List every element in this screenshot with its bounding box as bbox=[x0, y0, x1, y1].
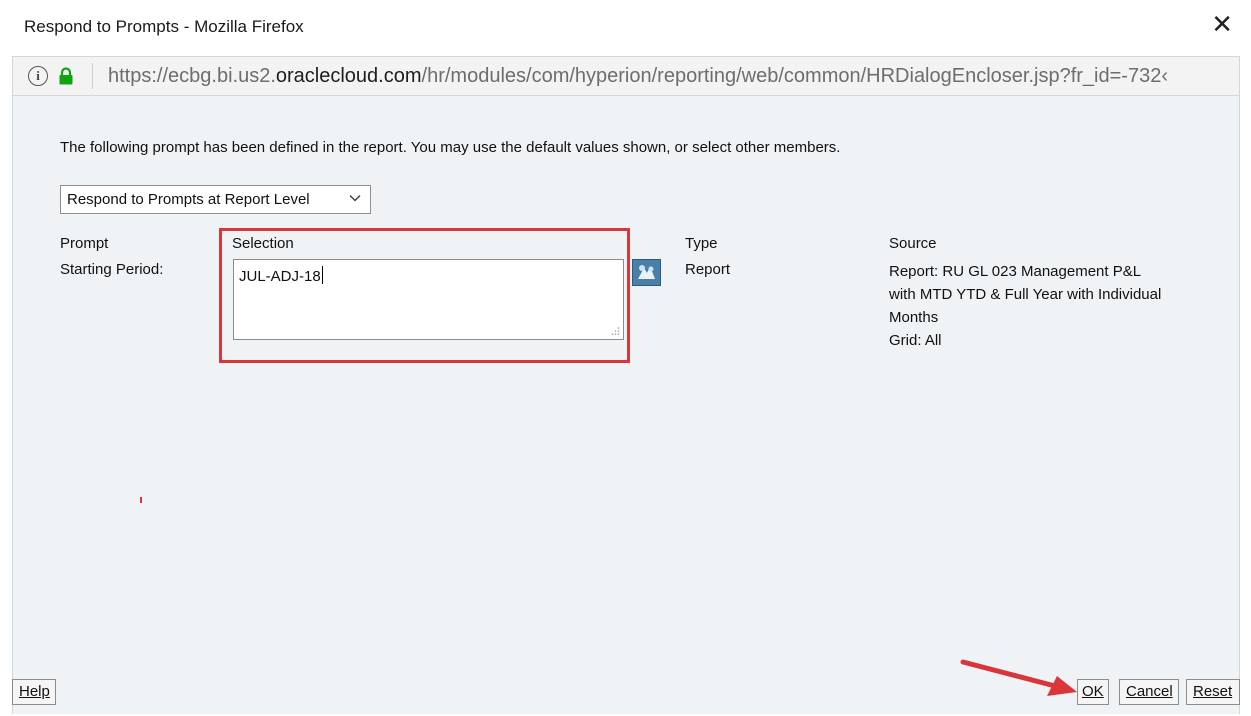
header-type: Type bbox=[685, 235, 718, 252]
resize-grip-icon[interactable] bbox=[610, 326, 620, 336]
url-path: /hr/modules/com/hyperion/reporting/web/c… bbox=[421, 65, 1168, 87]
url-text[interactable]: https://ecbg.bi.us2.oraclecloud.com/hr/m… bbox=[108, 65, 1236, 88]
source-value: Report: RU GL 023 Management P&L with MT… bbox=[889, 260, 1209, 352]
chevron-down-icon bbox=[349, 195, 361, 202]
reset-button[interactable]: Reset bbox=[1186, 679, 1240, 705]
source-line: Report: RU GL 023 Management P&L bbox=[889, 263, 1142, 280]
lock-icon[interactable] bbox=[58, 67, 74, 85]
url-bar[interactable]: i https://ecbg.bi.us2.oraclecloud.com/hr… bbox=[12, 56, 1240, 96]
url-separator bbox=[92, 63, 93, 89]
intro-text: The following prompt has been defined in… bbox=[60, 139, 841, 156]
text-caret bbox=[321, 266, 323, 284]
help-button[interactable]: Help bbox=[12, 679, 56, 705]
window-titlebar: Respond to Prompts - Mozilla Firefox ✕ bbox=[0, 0, 1251, 52]
source-line: with MTD YTD & Full Year with Individual bbox=[889, 286, 1162, 303]
source-line: Months bbox=[889, 309, 939, 326]
url-prefix: https://ecbg.bi.us2. bbox=[108, 65, 276, 87]
annotation-arrow-icon bbox=[960, 659, 1077, 696]
info-icon[interactable]: i bbox=[28, 66, 48, 86]
url-domain: oraclecloud.com bbox=[275, 65, 422, 87]
cancel-button[interactable]: Cancel bbox=[1119, 679, 1179, 705]
prompt-label: Starting Period: bbox=[60, 261, 164, 278]
close-icon[interactable]: ✕ bbox=[1211, 11, 1233, 37]
header-prompt: Prompt bbox=[60, 235, 109, 252]
prompt-level-select[interactable]: Respond to Prompts at Report Level bbox=[60, 185, 371, 214]
prompt-level-value: Respond to Prompts at Report Level bbox=[67, 191, 310, 208]
red-mark bbox=[140, 497, 142, 503]
window-title: Respond to Prompts - Mozilla Firefox bbox=[24, 17, 304, 36]
header-source: Source bbox=[889, 235, 937, 252]
selection-textarea[interactable]: JUL-ADJ-18 bbox=[233, 259, 624, 340]
member-selector-button[interactable] bbox=[632, 259, 661, 286]
type-value: Report bbox=[685, 261, 731, 278]
source-line: Grid: All bbox=[889, 332, 942, 349]
selection-value: JUL-ADJ-18 bbox=[239, 268, 321, 285]
member-selector-icon bbox=[638, 265, 655, 279]
